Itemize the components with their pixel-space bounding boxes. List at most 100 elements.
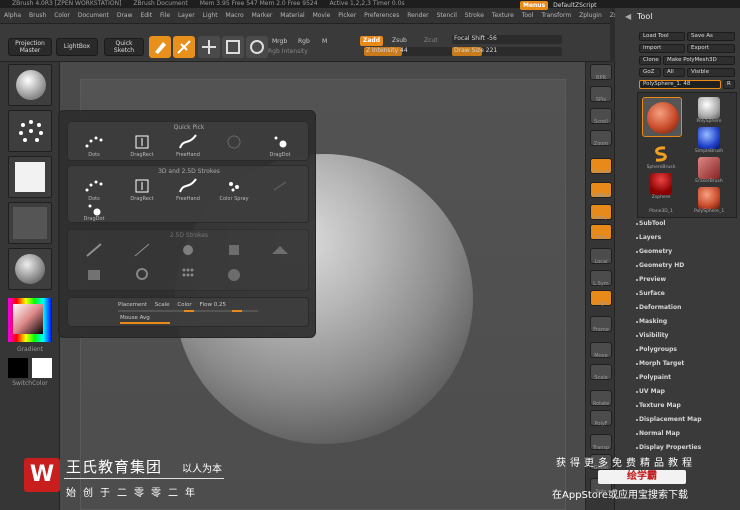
- menu-brush[interactable]: Brush: [29, 12, 46, 20]
- menu-light[interactable]: Light: [203, 12, 218, 20]
- subpalette-texture-map[interactable]: Texture Map: [636, 402, 681, 409]
- goz-button[interactable]: GoZ: [639, 68, 661, 77]
- line-stroke-button[interactable]: [82, 240, 106, 260]
- menu-draw[interactable]: Draw: [117, 12, 133, 20]
- 3d-dragrect-button[interactable]: [130, 176, 154, 196]
- load-tool-button[interactable]: Load Tool: [639, 32, 685, 41]
- save-as-button[interactable]: Save As: [687, 32, 735, 41]
- placement-track[interactable]: [118, 310, 258, 312]
- menu-stencil[interactable]: Stencil: [437, 12, 457, 20]
- m-button[interactable]: M: [322, 38, 327, 46]
- dragdot-stroke-button[interactable]: [268, 132, 292, 152]
- dragrect-stroke-button[interactable]: [130, 132, 154, 152]
- subpalette-layers[interactable]: Layers: [635, 234, 661, 241]
- menu-file[interactable]: File: [160, 12, 170, 20]
- zsphere-thumb[interactable]: [650, 173, 672, 195]
- menu-layer[interactable]: Layer: [178, 12, 195, 20]
- quick-sketch-button[interactable]: Quick Sketch: [104, 38, 144, 56]
- plane3d-thumb-label[interactable]: Plane3D_1: [646, 209, 676, 214]
- rgb-button[interactable]: Rgb: [298, 38, 310, 46]
- placement-slider[interactable]: Placement Scale Color Flow 0.25: [118, 301, 226, 309]
- fill-stroke-button[interactable]: [82, 264, 106, 284]
- menus-toggle[interactable]: Menus: [520, 1, 549, 10]
- menu-movie[interactable]: Movie: [313, 12, 331, 20]
- texture-swatch[interactable]: [8, 202, 52, 244]
- simplebrush-thumb[interactable]: [698, 127, 720, 149]
- cube-stroke-button[interactable]: [222, 240, 246, 260]
- menu-alpha[interactable]: Alpha: [4, 12, 21, 20]
- projection-master-button[interactable]: Projection Master: [8, 38, 52, 56]
- visible-button[interactable]: Visible: [687, 68, 735, 77]
- 3d-colorspray-button[interactable]: [222, 176, 246, 196]
- current-tool-thumb[interactable]: [642, 97, 682, 137]
- blob-stroke-button[interactable]: [222, 264, 246, 284]
- polysphere-thumb[interactable]: [698, 97, 720, 119]
- all-button[interactable]: All: [663, 68, 685, 77]
- import-button[interactable]: Import: [639, 44, 685, 53]
- menu-material[interactable]: Material: [280, 12, 304, 20]
- dots-stroke-button[interactable]: [82, 132, 106, 152]
- placement-thumb[interactable]: [184, 310, 194, 312]
- subpalette-preview[interactable]: Preview: [635, 276, 666, 283]
- brush-swatch[interactable]: [8, 64, 52, 106]
- menu-stroke[interactable]: Stroke: [465, 12, 484, 20]
- subpalette-displacement-map[interactable]: Displacement Map: [636, 416, 702, 423]
- zsub-button[interactable]: Zsub: [392, 37, 407, 45]
- draw-size-slider[interactable]: Draw Size 221: [452, 47, 562, 56]
- draw-mode-button[interactable]: [173, 36, 195, 58]
- subpalette-normal-map[interactable]: Normal Map: [636, 430, 680, 437]
- brush-stroke-button[interactable]: [130, 240, 154, 260]
- move-mode-button[interactable]: [198, 36, 220, 58]
- subpalette-geometry[interactable]: Geometry: [635, 248, 672, 255]
- menu-marker[interactable]: Marker: [252, 12, 273, 20]
- menu-edit[interactable]: Edit: [140, 12, 152, 20]
- subpalette-geometry-hd[interactable]: Geometry HD: [635, 262, 684, 269]
- gear-stroke-button[interactable]: [130, 264, 154, 284]
- subpalette-polypaint[interactable]: Polypaint: [635, 374, 671, 381]
- 3d-dots-button[interactable]: [82, 176, 106, 196]
- menu-color[interactable]: Color: [54, 12, 70, 20]
- menu-preferences[interactable]: Preferences: [364, 12, 399, 20]
- default-zscript-label[interactable]: DefaultZScript: [553, 2, 596, 9]
- flow-thumb[interactable]: [232, 310, 242, 312]
- focal-shift-slider[interactable]: Focal Shift -56: [452, 35, 562, 44]
- export-button[interactable]: Export: [687, 44, 735, 53]
- grid-stroke-button[interactable]: [176, 264, 200, 284]
- mouse-avg-slider[interactable]: Mouse Avg: [120, 314, 150, 322]
- zadd-button[interactable]: Zadd: [360, 36, 383, 46]
- color-picker[interactable]: [8, 298, 52, 342]
- edit-mode-button[interactable]: [149, 36, 171, 58]
- current-tool-slider[interactable]: PolySphere_1. 48: [639, 80, 721, 89]
- subpalette-uv-map[interactable]: UV Map: [636, 388, 665, 395]
- make-polymesh-button[interactable]: Make PolyMesh3D: [663, 56, 735, 65]
- mrgb-button[interactable]: Mrgb: [272, 38, 287, 46]
- subpalette-morph-target[interactable]: Morph Target: [635, 360, 684, 367]
- eraserbrush-thumb[interactable]: [698, 157, 720, 179]
- subpalette-visibility[interactable]: Visibility: [635, 332, 668, 339]
- menu-document[interactable]: Document: [78, 12, 109, 20]
- alpha-swatch[interactable]: [8, 156, 52, 198]
- subpalette-polygroups[interactable]: Polygroups: [635, 346, 677, 353]
- r-button[interactable]: R: [723, 80, 735, 89]
- menu-macro[interactable]: Macro: [226, 12, 244, 20]
- menu-render[interactable]: Render: [407, 12, 428, 20]
- tool-palette-header[interactable]: ◀ Tool: [615, 12, 740, 28]
- z-intensity-slider[interactable]: Z Intensity 44: [364, 47, 452, 56]
- subpalette-surface[interactable]: Surface: [636, 290, 665, 297]
- rotate-mode-button[interactable]: [246, 36, 268, 58]
- menu-texture[interactable]: Texture: [492, 12, 514, 20]
- gradient-label[interactable]: Gradient: [8, 346, 52, 354]
- main-color-swatch[interactable]: [8, 358, 28, 378]
- clone-button[interactable]: Clone: [639, 56, 661, 65]
- color-square[interactable]: [13, 304, 43, 334]
- subpalette-deformation[interactable]: Deformation: [635, 304, 681, 311]
- subpalette-masking[interactable]: Masking: [635, 318, 667, 325]
- wave-stroke-button[interactable]: [268, 240, 292, 260]
- material-swatch[interactable]: [8, 248, 52, 290]
- 3d-freehand-button[interactable]: [176, 176, 200, 196]
- scale-mode-button[interactable]: [222, 36, 244, 58]
- rgb-intensity-slider[interactable]: Rgb Intensity: [268, 48, 308, 56]
- polysphere1-thumb[interactable]: [698, 187, 720, 209]
- switch-color-button[interactable]: SwitchColor: [8, 380, 52, 388]
- secondary-color-swatch[interactable]: [32, 358, 52, 378]
